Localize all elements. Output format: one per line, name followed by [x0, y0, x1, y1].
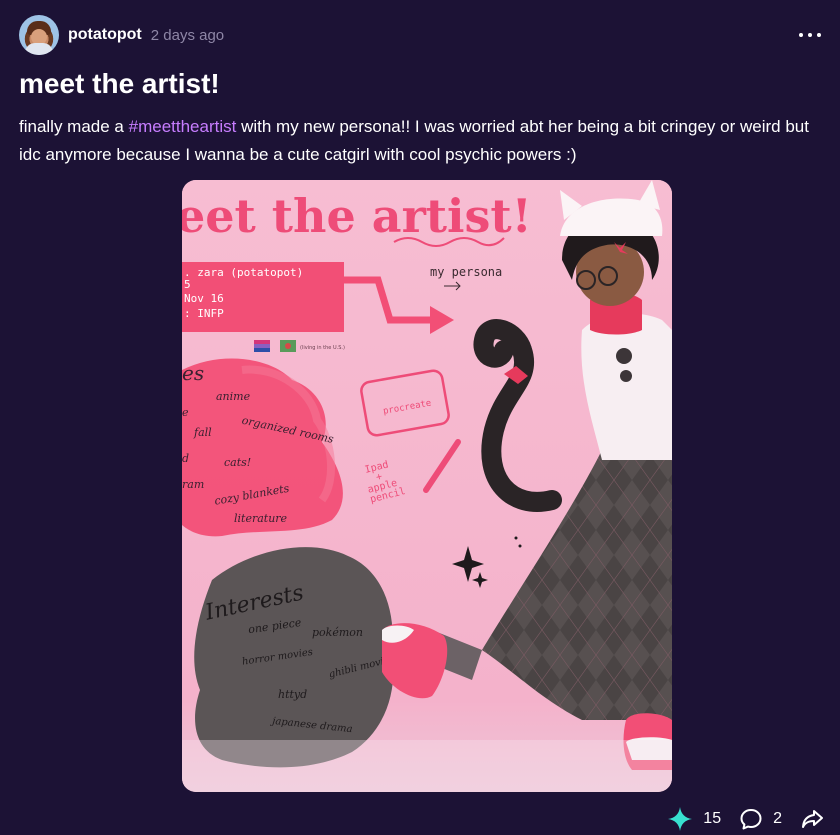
- post-header: potatopot 2 days ago: [19, 15, 821, 55]
- like-6: literature: [234, 512, 288, 525]
- comment-count: 2: [773, 810, 782, 827]
- info-line-4: : INFP: [184, 307, 224, 320]
- sparkle-like-icon: [668, 807, 693, 831]
- image-heading: eet the artist!: [182, 189, 532, 243]
- post-body: finally made a #meettheartist with my ne…: [19, 113, 819, 169]
- artwork: eet the artist! . zara (potatopot) 5 Nov…: [182, 180, 672, 792]
- interest-2: pokémon: [312, 626, 363, 639]
- hashtag-link[interactable]: #meettheartist: [129, 117, 237, 136]
- persona-label: my persona: [430, 265, 502, 279]
- like-button[interactable]: 15: [667, 806, 721, 832]
- author-name[interactable]: potatopot: [68, 26, 142, 44]
- flags-note: (living in the U.S.): [300, 345, 345, 351]
- like-1: anime: [216, 390, 251, 403]
- info-line-2: 5: [184, 278, 191, 291]
- like-2: fall: [193, 426, 212, 439]
- post-text-start: finally made a: [19, 117, 129, 136]
- avatar[interactable]: [19, 15, 59, 55]
- info-line-3: Nov 16: [184, 292, 224, 305]
- comment-button[interactable]: 2: [739, 807, 782, 831]
- likes-title: es: [182, 361, 204, 385]
- more-icon[interactable]: [799, 25, 821, 45]
- like-count: 15: [703, 810, 722, 827]
- like-8: d: [182, 452, 189, 465]
- share-button[interactable]: [800, 807, 824, 831]
- post-actions: 15 2: [649, 806, 824, 832]
- like-7: e: [182, 406, 189, 419]
- like-9: ram: [182, 478, 204, 491]
- post-image[interactable]: eet the artist! . zara (potatopot) 5 Nov…: [182, 180, 672, 792]
- interest-5: httyd: [278, 688, 307, 701]
- share-icon: [802, 810, 823, 828]
- like-4: cats!: [224, 456, 251, 469]
- comment-icon: [740, 809, 762, 830]
- info-line-1: . zara (potatopot): [184, 266, 303, 279]
- post-timestamp: 2 days ago: [150, 26, 225, 44]
- post-title: meet the artist!: [19, 68, 220, 99]
